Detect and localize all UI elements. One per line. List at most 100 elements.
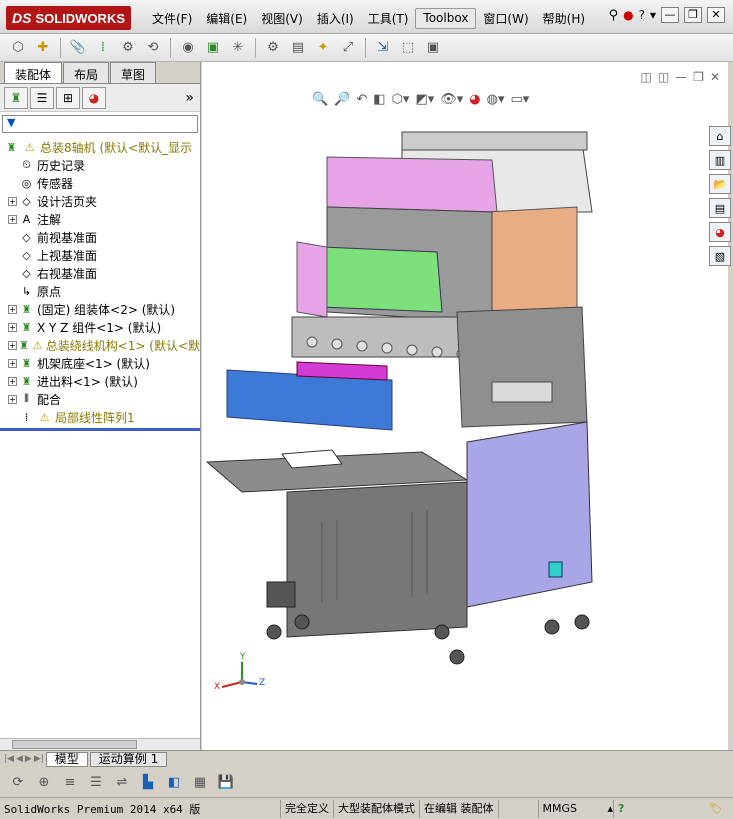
new-motion-study-icon[interactable]: ⚙ (263, 38, 283, 58)
tree-horizontal-scrollbar[interactable] (0, 738, 200, 750)
tree-item[interactable]: + A 注解 (0, 210, 200, 228)
explode-line-sketch-icon[interactable]: ⤢ (338, 38, 358, 58)
feature-manager-tab-icon[interactable]: ♜ (4, 86, 28, 109)
clearance-verification-icon[interactable]: ⬚ (398, 38, 418, 58)
menu-insert[interactable]: 插入(I) (310, 8, 361, 29)
tree-item[interactable]: + ⫴ 配合 (0, 390, 200, 408)
rollback-bar[interactable] (0, 428, 200, 431)
show-hidden-icon[interactable]: ◉ (178, 38, 198, 58)
exploded-view-icon[interactable]: ✦ (313, 38, 333, 58)
expand-tabs-icon[interactable]: » (185, 90, 194, 106)
menu-help[interactable]: 帮助(H) (536, 8, 592, 29)
assembly-model[interactable] (202, 62, 728, 750)
first-tab-arrow[interactable]: |◀ (4, 754, 14, 764)
file-explorer-icon[interactable]: 📂 (709, 174, 731, 194)
tree-item[interactable]: + ♜ (固定) 组装体<2> (默认) (0, 300, 200, 318)
tree-item[interactable]: ◎ 传感器 (0, 174, 200, 192)
scroll-thumb[interactable] (12, 740, 137, 749)
list-icon[interactable]: ☰ (86, 772, 106, 792)
menu-file[interactable]: 文件(F) (145, 8, 199, 29)
expand-icon[interactable]: + (8, 304, 17, 314)
bottom-toolbar: ⟳ ⊕ ≡ ☰ ⇌ ▙ ◧ ▦ 💾 (0, 767, 733, 797)
interference-detection-icon[interactable]: ⇲ (373, 38, 393, 58)
plane-icon: ◇ (22, 266, 31, 280)
expand-icon[interactable]: + (8, 322, 17, 332)
restore-button[interactable]: ❐ (684, 7, 702, 23)
tree-item[interactable]: ⁞ ⚠ 局部线性阵列1 (0, 408, 200, 426)
tree-root[interactable]: ♜ ⚠ 总装8轴机 (默认<默认_显示 (0, 138, 200, 156)
cube-view-icon[interactable]: ◧ (164, 772, 184, 792)
tab-assembly[interactable]: 装配体 (4, 62, 63, 83)
origin-icon: ↳ (21, 284, 32, 298)
bill-of-materials-icon[interactable]: ▤ (288, 38, 308, 58)
tree-item[interactable]: ◇ 上视基准面 (0, 246, 200, 264)
tree-item[interactable]: + ♜ ⚠ 总装绕线机构<1> (默认<默 (0, 336, 200, 354)
tree-item[interactable]: + ♜ 进出料<1> (默认) (0, 372, 200, 390)
tree-item[interactable]: ◇ 前视基准面 (0, 228, 200, 246)
mate-icon[interactable]: 📎 (68, 38, 88, 58)
tree-item-label: 总装绕线机构<1> (默认<默 (45, 338, 200, 353)
menu-toolbox[interactable]: Toolbox (415, 8, 477, 29)
reference-geometry-icon[interactable]: ✳ (228, 38, 248, 58)
tree-item[interactable]: + ♜ X Y Z 组件<1> (默认) (0, 318, 200, 336)
tab-sketch[interactable]: 草图 (110, 62, 157, 83)
graphics-area[interactable]: 🔍 🔎 ↶ ◧ ⬡▾ ◩▾ 👁▾ ◕ ◍▾ ▭▾ ◫ ◫ — ❐ ✕ X Y Z (202, 62, 728, 750)
units-selector[interactable]: MMGS (537, 799, 608, 818)
design-library-icon[interactable]: ▥ (709, 150, 731, 170)
prev-tab-arrow[interactable]: ◀ (16, 754, 23, 764)
rebuild-icon[interactable]: ⟳ (8, 772, 28, 792)
home-icon[interactable]: ⌂ (709, 126, 731, 146)
menu-tools[interactable]: 工具(T) (361, 8, 416, 29)
tree-item[interactable]: + ◇ 设计活页夹 (0, 192, 200, 210)
table-icon[interactable]: ▦ (190, 772, 210, 792)
timeline-icon[interactable]: ⇌ (112, 772, 132, 792)
help-icon[interactable]: ? (613, 799, 628, 818)
menu-window[interactable]: 窗口(W) (476, 8, 535, 29)
next-tab-arrow[interactable]: ▶ (25, 754, 32, 764)
expand-icon[interactable]: + (8, 394, 17, 404)
solidworks-logo[interactable]: DS SOLIDWORKS (6, 6, 131, 30)
menu-view[interactable]: 视图(V) (254, 8, 310, 29)
expand-icon[interactable]: + (8, 340, 17, 350)
assembly-features-icon[interactable]: ▣ (203, 38, 223, 58)
tab-layout[interactable]: 布局 (63, 62, 110, 83)
new-component-icon[interactable]: ⬡ (8, 38, 28, 58)
tree-item[interactable]: + ♜ 机架底座<1> (默认) (0, 354, 200, 372)
tree-item[interactable]: ↳ 原点 (0, 282, 200, 300)
tree-item[interactable]: ⏲ 历史记录 (0, 156, 200, 174)
configuration-manager-tab-icon[interactable]: ⊞ (56, 86, 80, 109)
tab-model[interactable]: 模型 (45, 751, 88, 767)
display-manager-tab-icon[interactable]: ◕ (82, 86, 106, 109)
tree-item[interactable]: ◇ 右视基准面 (0, 264, 200, 282)
pin-icon[interactable]: ⚲ (609, 8, 619, 23)
menu-edit[interactable]: 编辑(E) (199, 8, 254, 29)
custom-properties-icon[interactable]: ▧ (709, 246, 731, 266)
help-icon[interactable]: ? (639, 8, 645, 22)
property-manager-tab-icon[interactable]: ☰ (30, 86, 54, 109)
appearances-icon[interactable]: ◕ (709, 222, 731, 242)
view-palette-icon[interactable]: ▤ (709, 198, 731, 218)
layout-icon[interactable]: ▙ (138, 772, 158, 792)
smart-fasteners-icon[interactable]: ⚙ (118, 38, 138, 58)
expand-icon[interactable]: + (8, 214, 17, 224)
dropdown-icon[interactable]: ▾ (650, 8, 656, 22)
minimize-button[interactable]: — (661, 7, 679, 23)
filter-list-icon[interactable]: ≡ (60, 772, 80, 792)
last-tab-arrow[interactable]: ▶| (34, 754, 44, 764)
expand-icon[interactable]: + (8, 358, 17, 368)
move-component-icon[interactable]: ⟲ (143, 38, 163, 58)
insert-component-icon[interactable]: ✚ (33, 38, 53, 58)
close-button[interactable]: ✕ (707, 7, 725, 23)
tree-filter[interactable]: ▼ (2, 115, 198, 133)
tab-motion-study[interactable]: 运动算例 1 (89, 751, 168, 767)
tag-icon[interactable]: 🏷 (709, 802, 723, 815)
hole-alignment-icon[interactable]: ▣ (423, 38, 443, 58)
expand-icon[interactable]: + (8, 196, 17, 206)
toolbar-separator (170, 37, 171, 58)
expand-icon[interactable]: + (8, 376, 17, 386)
traffic-light-icon[interactable]: ● (623, 8, 633, 22)
linear-pattern-icon[interactable]: ⁞ (93, 38, 113, 58)
save-icon[interactable]: 💾 (216, 772, 236, 792)
zoom-icon[interactable]: ⊕ (34, 772, 54, 792)
